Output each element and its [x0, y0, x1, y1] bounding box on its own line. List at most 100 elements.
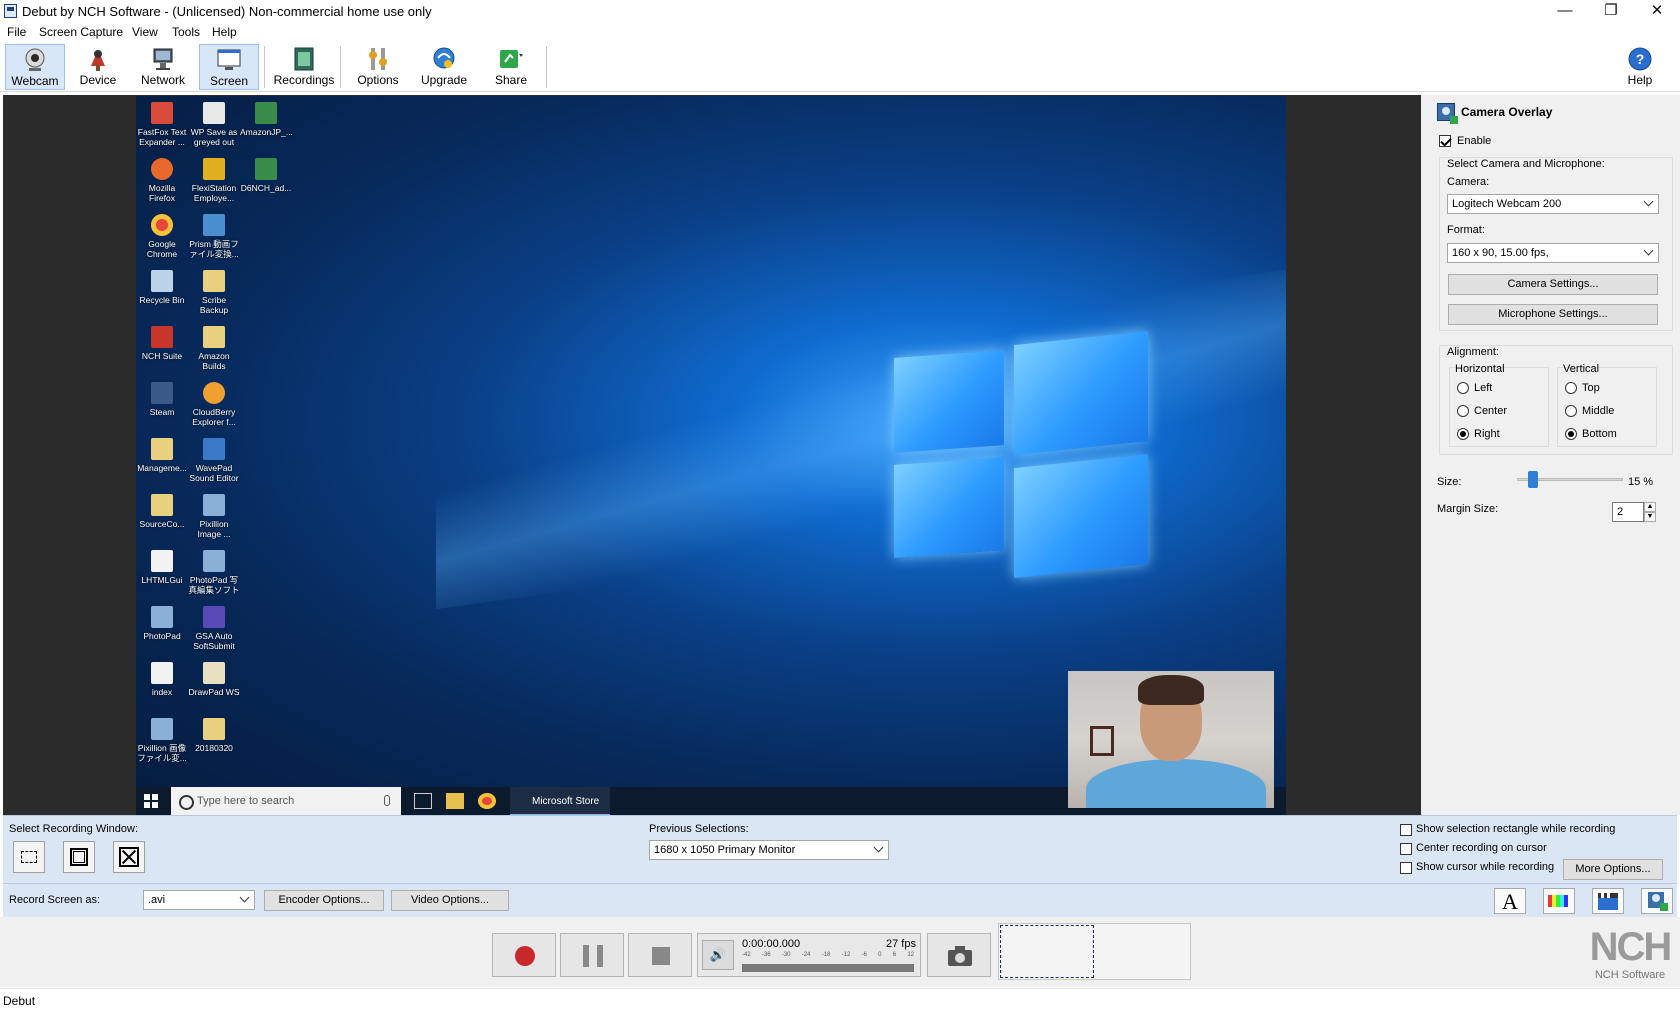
menu-screen-capture[interactable]: Screen Capture — [39, 25, 123, 39]
desktop-icon[interactable]: FlexiStation Employe... — [188, 158, 240, 203]
desktop-icon[interactable]: WavePad Sound Editor — [188, 438, 240, 483]
record-format-select[interactable]: .avi — [143, 890, 255, 910]
microsoft-store-task[interactable]: Microsoft Store — [510, 787, 610, 816]
selection-preview-rect — [1000, 925, 1094, 978]
desktop-icon[interactable]: Pixillion 画像ファイル変... — [136, 718, 188, 763]
desktop-icon[interactable]: Pixillion Image ... — [188, 494, 240, 539]
taskbar-search[interactable]: Type here to search — [171, 787, 401, 816]
desktop-icon[interactable]: GSA Auto SoftSubmit — [188, 606, 240, 651]
webcam-button[interactable]: Webcam — [5, 44, 65, 90]
upgrade-button[interactable]: Upgrade — [413, 44, 475, 90]
help-button[interactable]: ? Help — [1615, 44, 1665, 90]
align-right-label: Right — [1474, 428, 1500, 440]
previous-selections-select[interactable]: 1680 x 1050 Primary Monitor — [649, 840, 889, 860]
size-slider-thumb[interactable] — [1528, 471, 1538, 488]
select-fullscreen-button[interactable] — [113, 841, 145, 873]
show-rectangle-label: Show selection rectangle while recording — [1416, 823, 1616, 835]
windows-start-icon[interactable] — [144, 794, 158, 808]
align-top-radio[interactable] — [1565, 382, 1577, 394]
camera-select[interactable]: Logitech Webcam 200 — [1447, 194, 1659, 214]
desktop-icon[interactable]: FastFox Text Expander ... — [136, 102, 188, 147]
select-window-button[interactable] — [63, 841, 95, 873]
options-button[interactable]: Options — [347, 44, 409, 90]
desktop-icon[interactable]: D6NCH_ad... — [240, 158, 292, 193]
align-right-radio[interactable] — [1457, 428, 1469, 440]
desktop-icon[interactable]: LHTMLGui — [136, 550, 188, 585]
menu-view[interactable]: View — [132, 25, 158, 39]
margin-up-button[interactable]: ▲ — [1644, 502, 1656, 512]
chrome-icon[interactable] — [478, 793, 496, 809]
align-bottom-radio[interactable] — [1565, 428, 1577, 440]
size-value: 15 % — [1628, 476, 1654, 488]
meter-ticks: -42 -36 -30 -24 -18 -12 -6 0 6 12 — [742, 952, 914, 958]
select-region-button[interactable] — [13, 841, 45, 873]
desktop-icon[interactable]: Mozilla Firefox — [136, 158, 188, 203]
pause-button[interactable] — [560, 933, 624, 977]
show-rectangle-checkbox[interactable] — [1400, 824, 1412, 836]
select-camera-label: Select Camera and Microphone: — [1447, 158, 1605, 170]
align-left-radio[interactable] — [1457, 382, 1469, 394]
desktop-icon[interactable]: Manageme... — [136, 438, 188, 473]
network-button[interactable]: Network — [132, 44, 194, 90]
center-cursor-checkbox[interactable] — [1400, 843, 1412, 855]
desktop-icon[interactable]: 20180320 — [188, 718, 240, 753]
desktop-icon[interactable]: WP Save as greyed out — [188, 102, 240, 147]
desktop-icon[interactable]: SourceCo... — [136, 494, 188, 529]
format-select[interactable]: 160 x 90, 15.00 fps, — [1447, 243, 1659, 263]
stop-button[interactable] — [628, 933, 692, 977]
more-options-button[interactable]: More Options... — [1563, 859, 1663, 880]
margin-size-input[interactable]: 2 — [1612, 502, 1644, 522]
recordings-button[interactable]: Recordings — [270, 44, 338, 90]
align-bottom-label: Bottom — [1582, 428, 1617, 440]
snapshot-button[interactable] — [927, 933, 991, 977]
help-icon: ? — [1627, 46, 1653, 72]
menu-bar — [0, 24, 1680, 42]
desktop-icon[interactable]: DrawPad WS — [188, 662, 240, 697]
desktop-icon[interactable]: CloudBerry Explorer f... — [188, 382, 240, 427]
share-button[interactable]: Share — [480, 44, 542, 90]
show-cursor-checkbox[interactable] — [1400, 862, 1412, 874]
desktop-icon[interactable]: Steam — [136, 382, 188, 417]
margin-down-button[interactable]: ▼ — [1644, 512, 1656, 522]
color-adjust-button[interactable] — [1543, 888, 1575, 914]
desktop-icon[interactable]: PhotoPad 写真編集ソフト — [188, 550, 240, 595]
close-button[interactable]: ✕ — [1634, 0, 1680, 24]
menu-file[interactable]: File — [7, 25, 26, 39]
desktop-icon[interactable]: index — [136, 662, 188, 697]
align-middle-radio[interactable] — [1565, 405, 1577, 417]
restore-button[interactable]: ❐ — [1588, 0, 1634, 24]
recording-fps: 27 fps — [886, 938, 916, 950]
desktop-icon[interactable]: Scribe Backup — [188, 270, 240, 315]
video-effects-button[interactable] — [1592, 888, 1624, 914]
desktop-icon[interactable]: Google Chrome — [136, 214, 188, 259]
menu-tools[interactable]: Tools — [172, 25, 200, 39]
minimize-button[interactable]: — — [1542, 0, 1588, 24]
camera-overlay-button[interactable] — [1641, 888, 1673, 914]
record-button[interactable] — [492, 933, 556, 977]
text-overlay-button[interactable]: A — [1494, 888, 1526, 914]
align-left-label: Left — [1474, 382, 1493, 394]
task-view-icon[interactable] — [414, 793, 432, 809]
microphone-settings-button[interactable]: Microphone Settings... — [1448, 304, 1658, 325]
align-center-radio[interactable] — [1457, 405, 1469, 417]
desktop-icon[interactable]: Recycle Bin — [136, 270, 188, 305]
menu-help[interactable]: Help — [212, 25, 237, 39]
webcam-label: Webcam — [11, 74, 59, 88]
app-icon — [4, 4, 17, 18]
volume-icon[interactable]: 🔊 — [702, 940, 734, 970]
record-screen-as-label: Record Screen as: — [9, 894, 101, 906]
desktop-icon[interactable]: Prism 動画ファイル変換... — [188, 214, 240, 259]
desktop-icon[interactable]: Amazon Builds — [188, 326, 240, 371]
camera-settings-button[interactable]: Camera Settings... — [1448, 274, 1658, 295]
enable-checkbox[interactable] — [1439, 135, 1451, 147]
file-explorer-icon[interactable] — [446, 793, 464, 809]
chevron-down-icon — [239, 892, 250, 903]
device-button[interactable]: Device — [70, 44, 126, 90]
desktop-icon[interactable]: NCH Suite — [136, 326, 188, 361]
desktop-icon[interactable]: AmazonJP_... — [240, 102, 293, 137]
encoder-options-button[interactable]: Encoder Options... — [264, 890, 384, 911]
camera-overlay-icon — [1437, 103, 1458, 124]
video-options-button[interactable]: Video Options... — [391, 890, 509, 911]
desktop-icon[interactable]: PhotoPad — [136, 606, 188, 641]
screen-button[interactable]: Screen — [199, 44, 259, 90]
